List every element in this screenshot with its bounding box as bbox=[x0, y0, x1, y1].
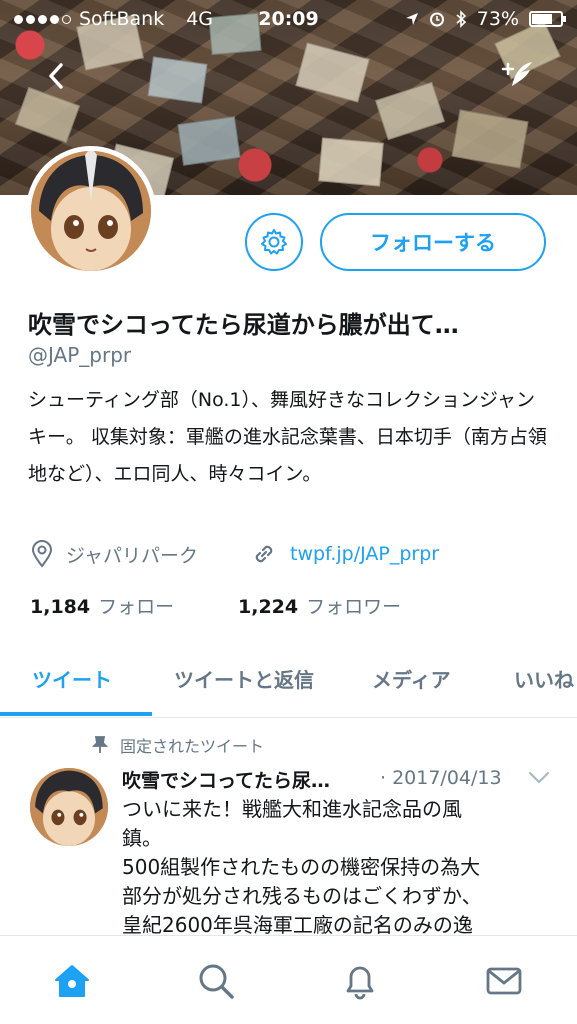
clock: 20:09 bbox=[258, 8, 319, 30]
followers-count[interactable]: 1,224 フォロワー bbox=[238, 592, 401, 619]
profile-avatar[interactable] bbox=[26, 146, 156, 276]
profile-url[interactable]: twpf.jp/JAP_prpr bbox=[250, 540, 439, 568]
tweet-author-name[interactable]: 吹雪でシコってたら尿… bbox=[122, 766, 330, 793]
bluetooth-icon bbox=[456, 10, 466, 28]
tweet-text: ついに来た！戦艦大和進水記念品の風 鎮。 500組製作されたものの機密保持の為大… bbox=[122, 795, 552, 940]
following-number: 1,184 bbox=[30, 596, 91, 618]
status-bar: SoftBank 4G 20:09 73% bbox=[0, 0, 577, 38]
tweet-author-avatar[interactable] bbox=[30, 768, 108, 846]
following-label: フォロー bbox=[98, 596, 175, 618]
notifications-icon bbox=[346, 966, 374, 1000]
profile-tabs: ツイート ツイートと返信 メディア いいね bbox=[0, 650, 577, 718]
chevron-left-icon bbox=[49, 63, 63, 89]
search-tab[interactable] bbox=[196, 961, 236, 1001]
notifications-tab[interactable] bbox=[340, 961, 380, 1001]
banner-postcard bbox=[318, 137, 384, 187]
tweet-text-line: 鎮。 bbox=[122, 826, 162, 850]
tweet-date: · 2017/04/13 bbox=[380, 767, 502, 789]
pinned-tweet-header: 固定されたツイート bbox=[92, 733, 264, 757]
bottom-tab-bar bbox=[0, 935, 577, 1024]
banner-postcard bbox=[451, 109, 529, 169]
follow-button[interactable]: フォローする bbox=[320, 213, 546, 271]
compose-tweet-button[interactable] bbox=[500, 58, 536, 94]
home-tab[interactable] bbox=[52, 961, 92, 1001]
followers-label: フォロワー bbox=[306, 596, 402, 618]
search-icon bbox=[199, 964, 234, 999]
banner-postcard bbox=[295, 42, 370, 103]
profile-location: ジャパリパーク bbox=[30, 540, 198, 568]
banner-postcard bbox=[14, 86, 81, 144]
tweet-options-button[interactable] bbox=[528, 770, 550, 789]
followers-number: 1,224 bbox=[238, 596, 299, 618]
profile-bio: シューティング部（No.1）、舞風好きなコレクションジャンキー。 収集対象：軍艦… bbox=[28, 389, 547, 485]
chevron-down-icon bbox=[528, 771, 550, 784]
url-link[interactable]: twpf.jp/JAP_prpr bbox=[290, 543, 439, 565]
following-count[interactable]: 1,184 フォロー bbox=[30, 592, 174, 619]
link-icon bbox=[255, 545, 273, 563]
profile-handle: @JAP_prpr bbox=[28, 343, 132, 367]
pin-icon bbox=[92, 736, 108, 753]
tab-likes[interactable]: いいね bbox=[514, 664, 574, 693]
location-pin-icon bbox=[31, 540, 53, 568]
banner-postcard bbox=[374, 81, 446, 141]
location-arrow-icon bbox=[405, 13, 418, 25]
home-icon bbox=[55, 965, 89, 997]
signal-icon bbox=[14, 14, 71, 24]
avatar-image bbox=[31, 151, 151, 271]
tweet-text-line: 500組製作されたものの機密保持の為大 bbox=[122, 855, 481, 879]
banner-postcard bbox=[147, 56, 208, 104]
gear-icon bbox=[261, 229, 287, 255]
messages-icon bbox=[486, 967, 522, 995]
tab-media[interactable]: メディア bbox=[372, 664, 451, 693]
tweet-text-line: ついに来た！戦艦大和進水記念品の風 bbox=[122, 797, 462, 821]
banner-postcard bbox=[177, 116, 241, 166]
compose-tweet-icon bbox=[501, 62, 532, 86]
avatar-image bbox=[30, 768, 108, 846]
messages-tab[interactable] bbox=[484, 961, 524, 1001]
alarm-icon bbox=[429, 12, 444, 27]
active-tab-indicator bbox=[0, 712, 152, 716]
battery-percent: 73% bbox=[476, 8, 519, 30]
battery-icon bbox=[529, 11, 566, 27]
pinned-label: 固定されたツイート bbox=[120, 737, 265, 756]
network-label: 4G bbox=[186, 8, 214, 30]
tab-tweets[interactable]: ツイート bbox=[32, 664, 112, 693]
location-label: ジャパリパーク bbox=[66, 544, 199, 567]
tweet-text-line: 部分が処分され残るものはごくわずか、 bbox=[122, 884, 482, 908]
profile-name: 吹雪でシコってたら尿道から膿が出て… bbox=[28, 311, 459, 339]
settings-button[interactable] bbox=[245, 213, 303, 271]
carrier-label: SoftBank bbox=[79, 8, 165, 30]
tab-tweets-and-replies[interactable]: ツイートと返信 bbox=[174, 664, 314, 693]
back-button[interactable] bbox=[38, 58, 74, 94]
